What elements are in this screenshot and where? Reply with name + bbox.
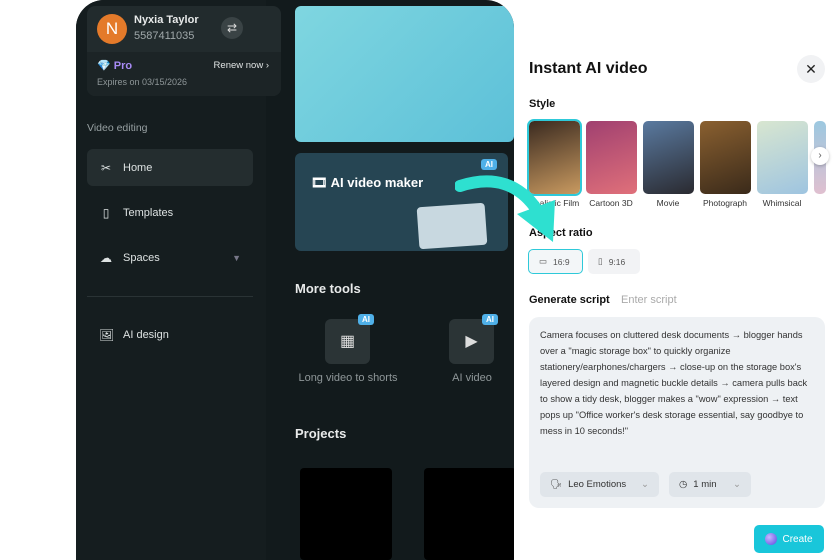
pro-bar: 💎 Pro Renew now › Expires on 03/15/2026: [87, 52, 281, 96]
instant-ai-video-panel: Instant AI video ✕ Style Realistic Film C…: [514, 40, 840, 560]
close-button[interactable]: ✕: [797, 55, 825, 83]
style-label: Whimsical: [762, 198, 802, 208]
renew-label: Renew now: [213, 60, 264, 71]
tool-label: AI video: [452, 372, 492, 384]
expiry-text: Expires on 03/15/2026: [97, 77, 188, 87]
plan-label: Pro: [113, 60, 133, 72]
panel-title: Instant AI video: [529, 60, 648, 77]
templates-icon: ▯: [102, 205, 110, 220]
tool-label: Long video to shorts: [298, 372, 398, 384]
chevron-down-icon: ⌄: [641, 479, 649, 490]
sidebar: N Nyxia Taylor 5587411035 ⇄ 💎 Pro Renew …: [76, 0, 281, 560]
label: Leo Emotions: [568, 479, 627, 490]
duration-dropdown[interactable]: ◷ 1 min ⌄: [669, 472, 751, 497]
sidebar-item-home[interactable]: ✂ Home: [87, 149, 253, 186]
divider: [87, 296, 253, 297]
label: AI video maker: [330, 175, 424, 190]
generate-script-tab[interactable]: Generate script: [529, 294, 610, 306]
label: AI design: [123, 328, 169, 341]
chevron-down-icon: ⌄: [733, 479, 741, 490]
arrow-icon: [455, 175, 555, 242]
pro-badge: 💎 Pro: [97, 60, 133, 72]
voice-icon: 🗣: [550, 479, 563, 490]
more-tools-heading: More tools: [295, 281, 361, 296]
avatar: N: [97, 14, 127, 44]
app-window: N Nyxia Taylor 5587411035 ⇄ 💎 Pro Renew …: [76, 0, 514, 560]
long-video-tool-button[interactable]: ▦: [325, 319, 370, 364]
script-box[interactable]: Camera focuses on cluttered desk documen…: [529, 317, 825, 508]
renew-link[interactable]: Renew now ›: [214, 60, 269, 71]
style-label: Movie: [656, 198, 680, 208]
orb-icon: [765, 533, 778, 545]
ai-video-tool-button[interactable]: ▶: [449, 319, 494, 364]
style-option[interactable]: [586, 121, 637, 194]
image-icon: 🖼: [99, 327, 115, 342]
style-label: Cartoon 3D: [589, 198, 633, 208]
style-option[interactable]: [700, 121, 751, 194]
project-thumbnail[interactable]: [424, 468, 514, 560]
hero-banner[interactable]: [295, 6, 514, 142]
style-option[interactable]: [643, 121, 694, 194]
sidebar-item-templates[interactable]: ▯ Templates: [87, 194, 253, 231]
user-id: 5587411035: [134, 30, 195, 42]
switch-account-icon[interactable]: ⇄: [221, 17, 243, 39]
create-button[interactable]: Create: [754, 525, 824, 553]
projects-heading: Projects: [295, 426, 347, 441]
chevron-down-icon: ▼: [232, 252, 241, 263]
ai-badge: AI: [358, 314, 374, 325]
label: Create: [782, 533, 813, 545]
ai-video-maker-title: 🎞 AI video maker: [311, 175, 424, 190]
section-heading: Video editing: [87, 122, 148, 134]
label: 1 min: [693, 479, 717, 490]
landscape-icon: ▭: [539, 256, 548, 266]
enter-script-tab[interactable]: Enter script: [621, 294, 677, 306]
ai-badge: AI: [481, 159, 497, 170]
ratio-9-16[interactable]: ▯ 9:16: [588, 249, 640, 274]
portrait-icon: ▯: [598, 256, 603, 266]
scissors-icon: ✂: [100, 160, 112, 175]
sidebar-item-ai-design[interactable]: 🖼 AI design: [87, 316, 253, 353]
voice-dropdown[interactable]: 🗣 Leo Emotions ⌄: [540, 472, 659, 497]
cloud-icon: ☁: [100, 250, 112, 265]
sidebar-item-spaces[interactable]: ☁ Spaces ▼: [87, 239, 253, 276]
clock-icon: ◷: [679, 479, 688, 490]
ai-badge: AI: [482, 314, 498, 325]
project-thumbnail[interactable]: [300, 468, 392, 560]
chevron-right-icon[interactable]: ›: [811, 147, 829, 165]
label: Home: [123, 161, 153, 174]
style-option[interactable]: [757, 121, 808, 194]
label: Spaces: [123, 251, 160, 264]
style-label: Photograph: [703, 198, 747, 208]
label: Templates: [123, 206, 174, 219]
style-label: Style: [529, 98, 556, 110]
label: 16:9: [553, 256, 570, 267]
user-name: Nyxia Taylor: [134, 14, 199, 26]
script-text[interactable]: Camera focuses on cluttered desk documen…: [540, 327, 810, 439]
label: 9:16: [608, 256, 626, 267]
user-card[interactable]: N Nyxia Taylor 5587411035 ⇄ 💎 Pro Renew …: [87, 6, 281, 96]
